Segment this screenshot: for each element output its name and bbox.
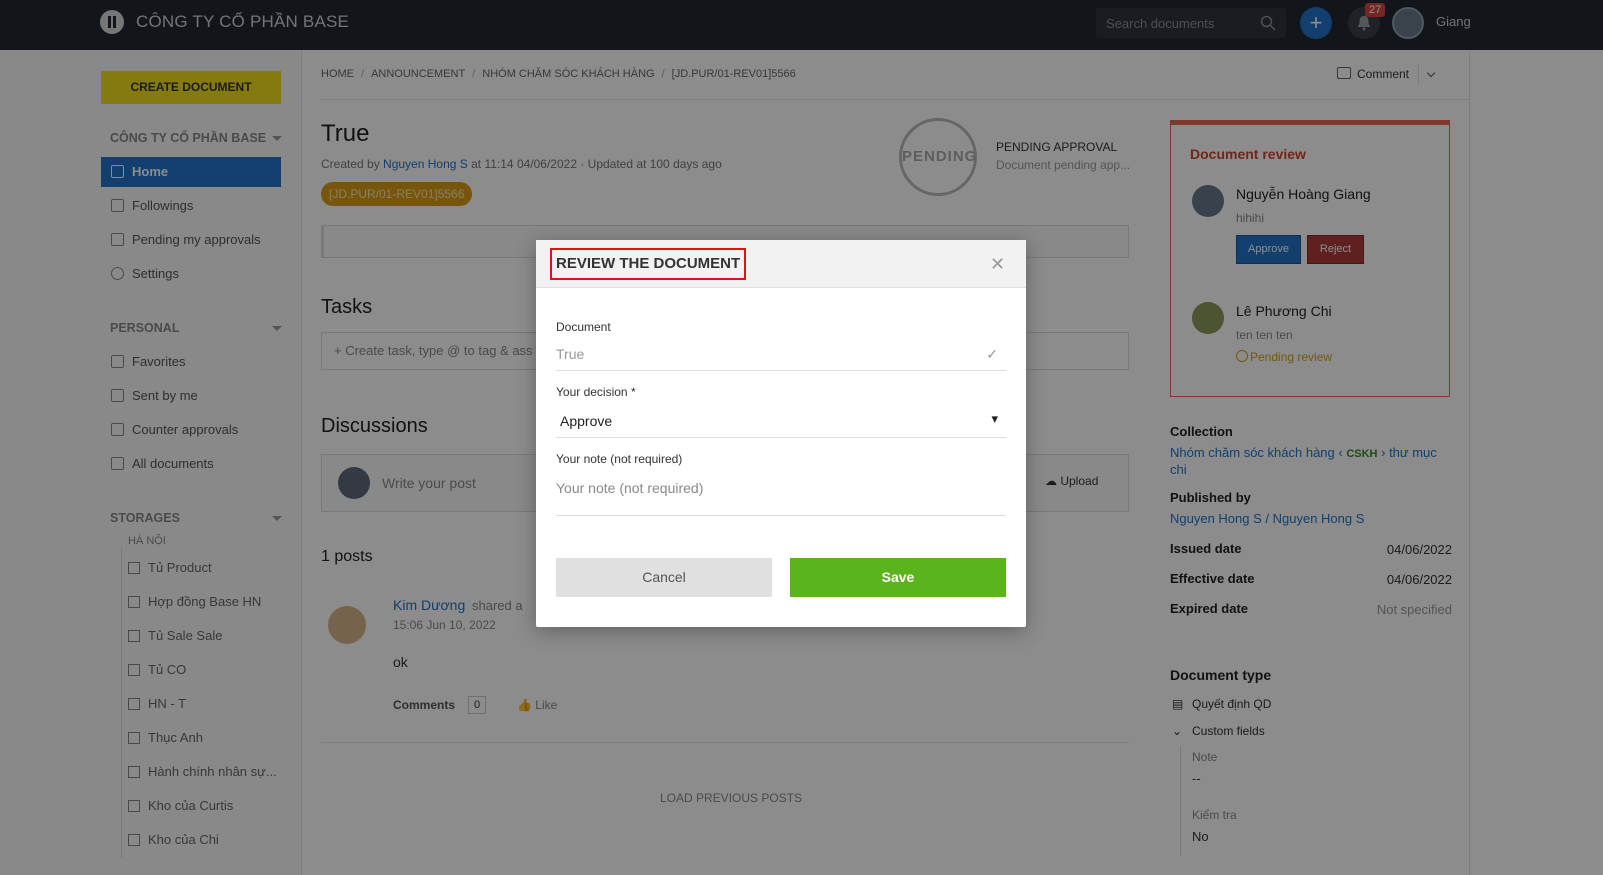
document-field-label: Document (556, 320, 611, 334)
checkmark-icon: ✓ (986, 346, 998, 362)
decision-selected-value: Approve (560, 413, 613, 429)
document-field-value: True (556, 346, 585, 362)
note-placeholder: Your note (not required) (556, 480, 704, 496)
note-textarea[interactable]: Your note (not required) (556, 480, 1006, 516)
chevron-down-icon[interactable]: ▾ (991, 411, 998, 427)
dialog-title: REVIEW THE DOCUMENT (550, 248, 747, 280)
note-field-label: Your note (not required) (556, 452, 683, 466)
dialog-header: REVIEW THE DOCUMENT ✕ (536, 240, 1026, 288)
decision-select[interactable]: Approve (556, 413, 1006, 438)
decision-field-label: Your decision * (556, 385, 636, 399)
close-icon[interactable]: ✕ (990, 254, 1005, 275)
review-dialog: REVIEW THE DOCUMENT ✕ Document True ✓ Yo… (536, 240, 1026, 627)
document-field: True (556, 346, 1006, 371)
cancel-button[interactable]: Cancel (556, 558, 772, 597)
save-button[interactable]: Save (790, 558, 1006, 597)
